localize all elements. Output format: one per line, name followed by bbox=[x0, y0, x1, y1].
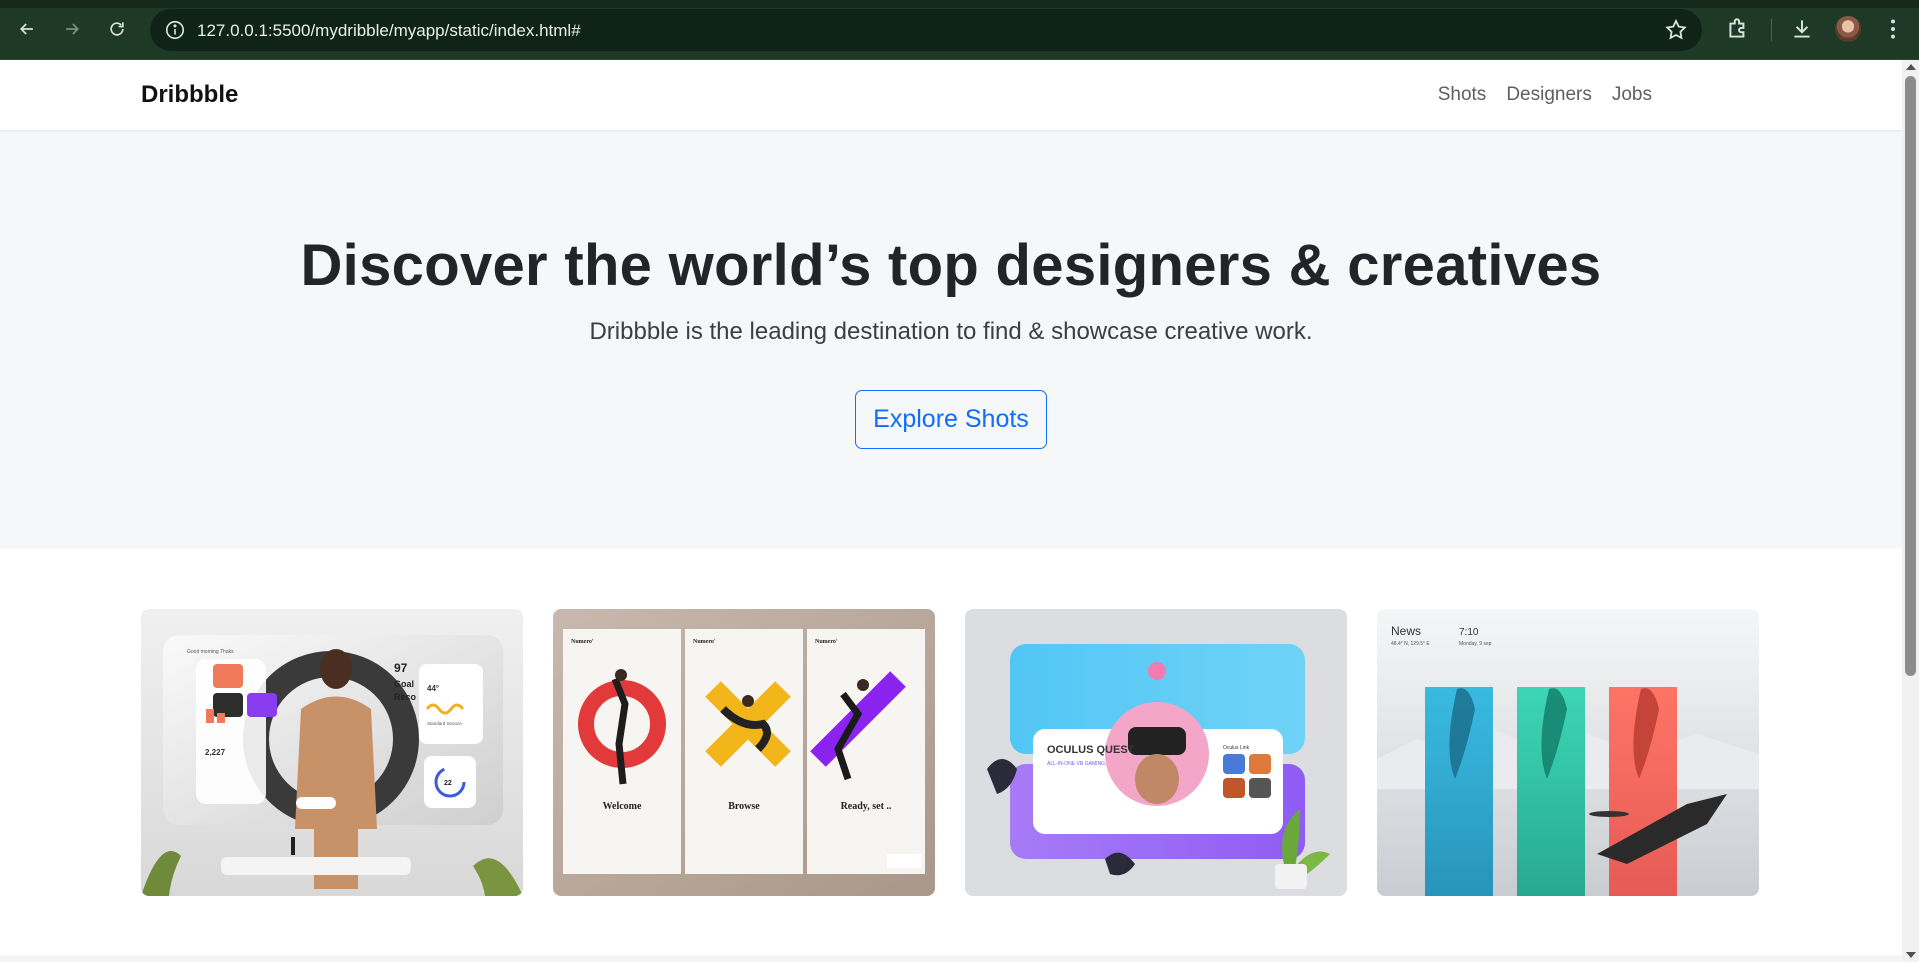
scroll-up-arrow-icon[interactable] bbox=[1906, 64, 1916, 70]
scroll-down-arrow-icon[interactable] bbox=[1906, 952, 1916, 958]
svg-text:44°: 44° bbox=[427, 684, 439, 693]
svg-text:2,227: 2,227 bbox=[205, 748, 226, 757]
svg-text:97: 97 bbox=[394, 661, 408, 675]
oculus-quest-shot[interactable]: OCULUS QUEST ALL-IN-ONE VR GAMING Oculus… bbox=[965, 609, 1347, 896]
page-viewport: Dribbble Shots Designers Jobs Discover t… bbox=[0, 60, 1902, 962]
site-info-icon[interactable] bbox=[164, 19, 186, 41]
nav-link-shots[interactable]: Shots bbox=[1438, 84, 1487, 106]
svg-text:Oculus Link: Oculus Link bbox=[1223, 745, 1250, 751]
nav-link-jobs[interactable]: Jobs bbox=[1612, 84, 1652, 106]
hero-section: Discover the world’s top designers & cre… bbox=[0, 130, 1902, 549]
bookmark-star-icon[interactable] bbox=[1664, 18, 1688, 42]
svg-text:Standard Snooze: Standard Snooze bbox=[427, 721, 462, 726]
shots-grid: 2,227 Good morning Thaks 97 Goal Reco 44… bbox=[141, 609, 1762, 896]
url-text[interactable]: 127.0.0.1:5500/mydribble/myapp/static/in… bbox=[197, 21, 581, 41]
svg-text:News: News bbox=[1391, 624, 1421, 638]
svg-text:ALL-IN-ONE VR GAMING: ALL-IN-ONE VR GAMING bbox=[1047, 761, 1105, 767]
svg-text:Numero': Numero' bbox=[693, 639, 716, 645]
svg-text:Ready, set ..: Ready, set .. bbox=[841, 801, 892, 812]
smart-home-dashboard-shot[interactable]: 2,227 Good morning Thaks 97 Goal Reco 44… bbox=[141, 609, 523, 896]
svg-text:OCULUS QUEST: OCULUS QUEST bbox=[1047, 744, 1135, 756]
address-bar[interactable]: 127.0.0.1:5500/mydribble/myapp/static/in… bbox=[150, 9, 1702, 51]
numero-onboarding-shot[interactable]: Numero' Numero' Numero' Welcome Browse R… bbox=[553, 609, 935, 896]
hero-title: Discover the world’s top designers & cre… bbox=[300, 233, 1602, 298]
back-arrow-icon[interactable] bbox=[14, 16, 40, 42]
explore-shots-button[interactable]: Explore Shots bbox=[855, 390, 1047, 449]
svg-text:Good morning Thaks: Good morning Thaks bbox=[187, 649, 234, 655]
svg-text:Goal: Goal bbox=[394, 679, 414, 689]
nav-links: Shots Designers Jobs bbox=[1438, 84, 1652, 106]
section-divider bbox=[0, 955, 1902, 962]
brand-logo[interactable]: Dribbble bbox=[141, 81, 238, 109]
nav-link-designers[interactable]: Designers bbox=[1506, 84, 1592, 106]
menu-dots-icon[interactable] bbox=[1880, 16, 1906, 42]
page-scrollbar[interactable] bbox=[1902, 60, 1919, 962]
scrollbar-thumb[interactable] bbox=[1905, 76, 1916, 676]
svg-text:Browse: Browse bbox=[728, 801, 760, 812]
tab-strip bbox=[0, 0, 1919, 8]
svg-text:7:10: 7:10 bbox=[1459, 627, 1479, 638]
svg-text:Welcome: Welcome bbox=[603, 801, 642, 812]
site-navbar: Dribbble Shots Designers Jobs bbox=[0, 60, 1902, 130]
profile-avatar[interactable] bbox=[1835, 16, 1861, 42]
svg-text:Reco: Reco bbox=[394, 692, 417, 702]
forward-arrow-icon[interactable] bbox=[59, 16, 85, 42]
hero-subtitle: Dribbble is the leading destination to f… bbox=[589, 318, 1313, 345]
svg-text:22: 22 bbox=[444, 780, 452, 787]
download-icon[interactable] bbox=[1789, 16, 1815, 42]
toolbar-divider bbox=[1771, 19, 1772, 41]
svg-text:48.4° N, 129.5° E: 48.4° N, 129.5° E bbox=[1391, 641, 1430, 647]
browser-toolbar: 127.0.0.1:5500/mydribble/myapp/static/in… bbox=[0, 0, 1919, 60]
news-weather-shot[interactable]: News 7:10 Monday, 9 sep 48.4° N, 129.5° … bbox=[1377, 609, 1759, 896]
svg-text:Numero': Numero' bbox=[571, 639, 594, 645]
reload-icon[interactable] bbox=[104, 16, 130, 42]
extensions-icon[interactable] bbox=[1725, 16, 1751, 42]
svg-text:Monday, 9 sep: Monday, 9 sep bbox=[1459, 641, 1492, 647]
svg-text:Numero': Numero' bbox=[815, 639, 838, 645]
